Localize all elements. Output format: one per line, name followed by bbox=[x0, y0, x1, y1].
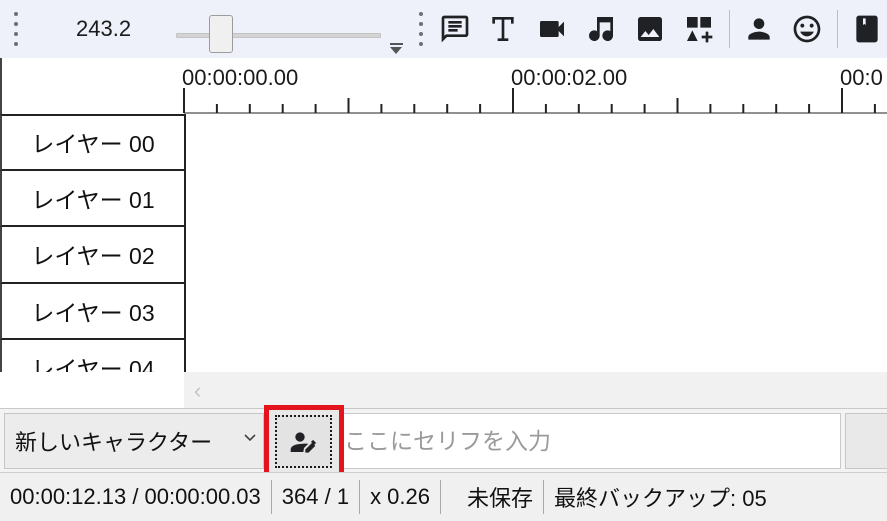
toolbar-separator bbox=[728, 10, 730, 48]
add-dialogue-button[interactable] bbox=[435, 9, 475, 49]
add-text-button[interactable] bbox=[483, 9, 523, 49]
layer-header[interactable]: レイヤー 03 bbox=[0, 283, 186, 340]
ruler-timecode: 00:0 bbox=[840, 65, 883, 90]
character-button[interactable] bbox=[739, 9, 779, 49]
smiley-icon bbox=[793, 15, 821, 43]
ruler-ticks bbox=[183, 88, 887, 114]
highlight-frame bbox=[264, 405, 344, 477]
video-icon bbox=[540, 21, 565, 37]
zoom-slider[interactable] bbox=[175, 9, 381, 53]
zoom-slider-thumb[interactable] bbox=[208, 15, 233, 53]
edit-character-button[interactable] bbox=[275, 415, 332, 468]
toolbar-overflow-dropdown[interactable] bbox=[387, 9, 405, 54]
layer-header[interactable]: レイヤー 02 bbox=[0, 227, 186, 284]
person-edit-icon bbox=[290, 431, 316, 453]
toolbar-separator bbox=[837, 10, 839, 48]
status-bar: 00:00:12.13 / 00:00:00.03 364 / 1 x 0.26… bbox=[0, 472, 887, 521]
character-select-value: 新しいキャラクター bbox=[15, 430, 213, 455]
zoom-slider-track bbox=[175, 33, 381, 38]
timeline-ruler[interactable]: 00:00:00.00 00:00:02.00 00:0 bbox=[0, 58, 887, 114]
ruler-timecode: 00:00:00.00 bbox=[182, 65, 299, 90]
status-last-backup: 最終バックアップ: 05 bbox=[554, 486, 767, 511]
shapes-add-icon bbox=[686, 17, 713, 43]
timeline-horizontal-scrollbar[interactable]: ‹ bbox=[0, 372, 887, 408]
text-icon bbox=[492, 17, 515, 41]
add-shape-button[interactable] bbox=[679, 9, 719, 49]
toolbar-grip-handle[interactable] bbox=[14, 12, 18, 46]
status-save-state: 未保存 bbox=[467, 486, 534, 511]
speech-bubble-icon bbox=[441, 15, 468, 43]
timeline-track-area[interactable] bbox=[186, 114, 887, 372]
status-zoom: x 0.26 bbox=[370, 484, 430, 509]
character-select[interactable]: 新しいキャラクター bbox=[4, 413, 264, 469]
add-dialogue-submit-button[interactable] bbox=[845, 413, 887, 469]
add-video-button[interactable] bbox=[532, 9, 572, 49]
scroll-left-arrow-icon[interactable]: ‹ bbox=[194, 378, 201, 404]
layer-header[interactable]: レイヤー 00 bbox=[0, 114, 186, 171]
dialogue-text-input[interactable] bbox=[339, 413, 841, 469]
dialogue-input-bar: 新しいキャラクター bbox=[0, 408, 887, 472]
status-time: 00:00:12.13 / 00:00:00.03 bbox=[10, 484, 261, 509]
layer-header[interactable]: レイヤー 04 bbox=[0, 340, 186, 372]
layer-list: レイヤー 00 レイヤー 01 レイヤー 02 レイヤー 03 レイヤー 04 bbox=[0, 114, 186, 372]
add-audio-button[interactable] bbox=[581, 9, 621, 49]
layer-header[interactable]: レイヤー 01 bbox=[0, 170, 186, 227]
add-image-button[interactable] bbox=[630, 9, 670, 49]
music-icon bbox=[589, 17, 614, 42]
chevron-down-icon bbox=[244, 434, 256, 442]
book-icon bbox=[856, 15, 878, 43]
dictionary-button[interactable] bbox=[847, 9, 887, 49]
person-icon bbox=[747, 18, 770, 40]
toolbar-grip-handle-2[interactable] bbox=[418, 12, 423, 46]
ruler-timecode: 00:00:02.00 bbox=[511, 65, 628, 90]
expression-button[interactable] bbox=[787, 9, 827, 49]
main-toolbar: 243.2 bbox=[0, 0, 887, 58]
scrollbar-left-blank bbox=[0, 372, 184, 408]
zoom-value: 243.2 bbox=[76, 16, 132, 41]
image-icon bbox=[637, 17, 662, 41]
status-frames: 364 / 1 bbox=[281, 484, 350, 509]
